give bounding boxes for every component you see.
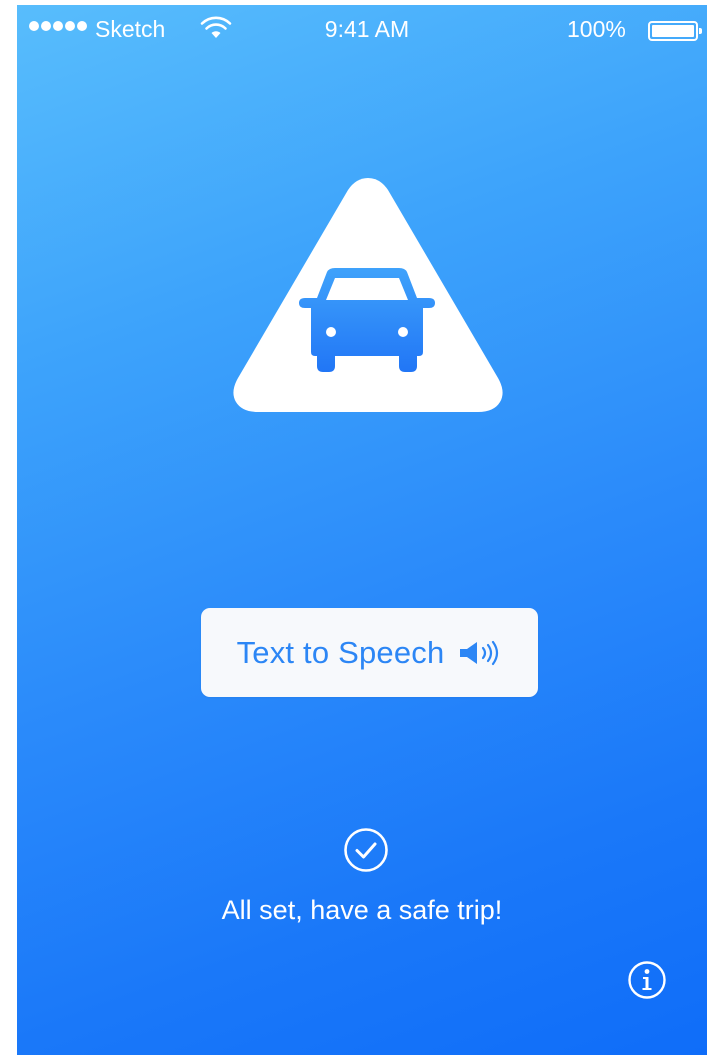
text-to-speech-label: Text to Speech xyxy=(236,634,445,670)
text-to-speech-button[interactable]: Text to Speech xyxy=(201,608,538,697)
app-screen: Sketch 9:41 AM 100% Text to Speech All s… xyxy=(17,5,707,1055)
battery-percentage: 100% xyxy=(567,16,626,42)
info-icon[interactable] xyxy=(627,960,667,1000)
checkmark-circle-icon xyxy=(344,828,388,872)
battery-icon xyxy=(648,21,702,41)
status-bar: Sketch 9:41 AM 100% xyxy=(17,5,707,53)
car-icon xyxy=(299,268,435,372)
speaker-icon xyxy=(460,640,499,665)
status-message: All set, have a safe trip! xyxy=(221,895,503,925)
